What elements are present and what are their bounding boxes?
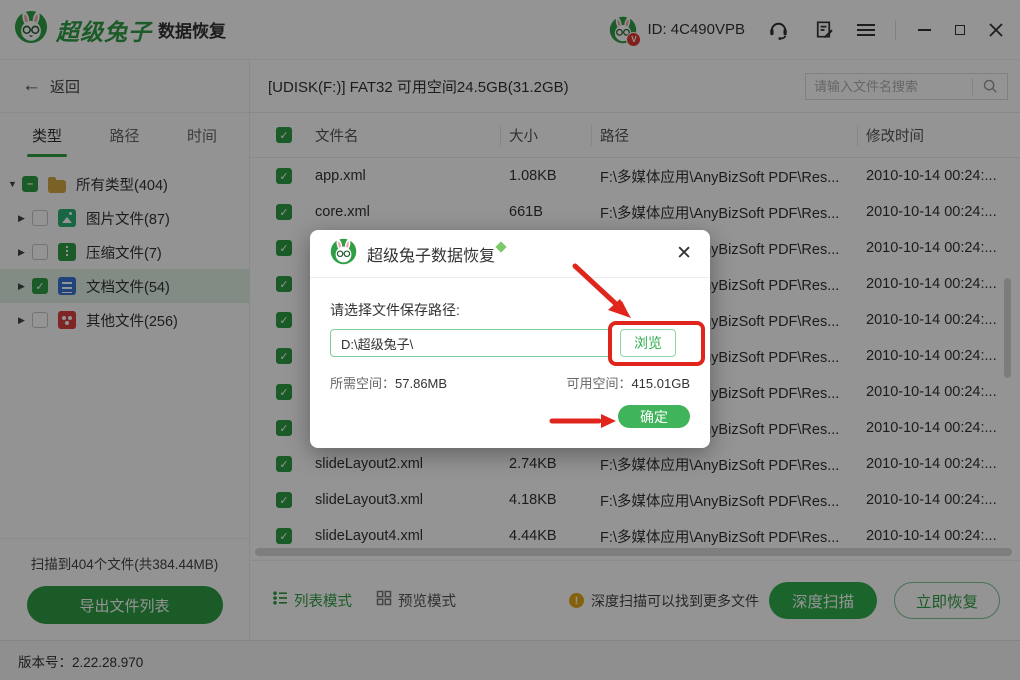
confirm-button[interactable]: 确定 (618, 405, 690, 428)
save-path-dialog: 超级兔子数据恢复 ✕ 请选择文件保存路径: 浏览 所需空间：57.86MB 可用… (310, 230, 710, 448)
browse-button[interactable]: 浏览 (620, 329, 676, 357)
save-path-input[interactable] (330, 329, 612, 357)
sparkle-icon (495, 241, 506, 252)
available-space: 可用空间：415.01GB (566, 373, 690, 392)
app-window: 超级兔子 数据恢复 V ID: 4C490VPB (0, 0, 1020, 680)
required-space: 所需空间：57.86MB (330, 373, 447, 392)
dialog-title: 超级兔子数据恢复 (367, 242, 495, 266)
dialog-close-icon[interactable]: ✕ (676, 244, 692, 263)
dialog-rabbit-logo-icon (330, 238, 357, 270)
save-path-label: 请选择文件保存路径: (330, 300, 690, 320)
